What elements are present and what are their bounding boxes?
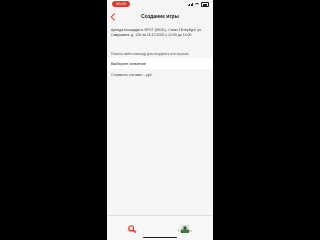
wifi-icon <box>195 2 199 7</box>
tab-profile[interactable]: Профиль <box>170 220 200 233</box>
tab-bar: Поиск Профиль <box>107 215 213 240</box>
booking-description: Аренда площадки в SPOT (SKOL), Санкт-Пет… <box>111 28 202 37</box>
status-icons <box>188 2 209 7</box>
tab-search[interactable]: Поиск <box>117 220 147 233</box>
battery-icon <box>201 2 209 7</box>
page-title: Создание игры <box>141 14 179 20</box>
cost-text: Стоимость составит - руб. <box>111 73 153 77</box>
select-value-label: Выберите значение <box>111 61 146 66</box>
value-select[interactable]: Выберите значение <box>107 58 213 69</box>
search-icon <box>128 225 136 233</box>
nav-bar: Создание игры <box>107 10 213 24</box>
phone-screen: 00:00 Создание игры Аренда площадки в SP… <box>107 0 213 240</box>
status-bar: 00:00 <box>107 0 213 9</box>
profile-avatar-icon <box>181 225 189 233</box>
home-indicator <box>143 236 177 238</box>
signal-icon <box>188 3 193 6</box>
find-team-hint: Помочь найти команду для спарринга или и… <box>111 52 189 56</box>
status-time-pill: 00:00 <box>112 1 130 7</box>
